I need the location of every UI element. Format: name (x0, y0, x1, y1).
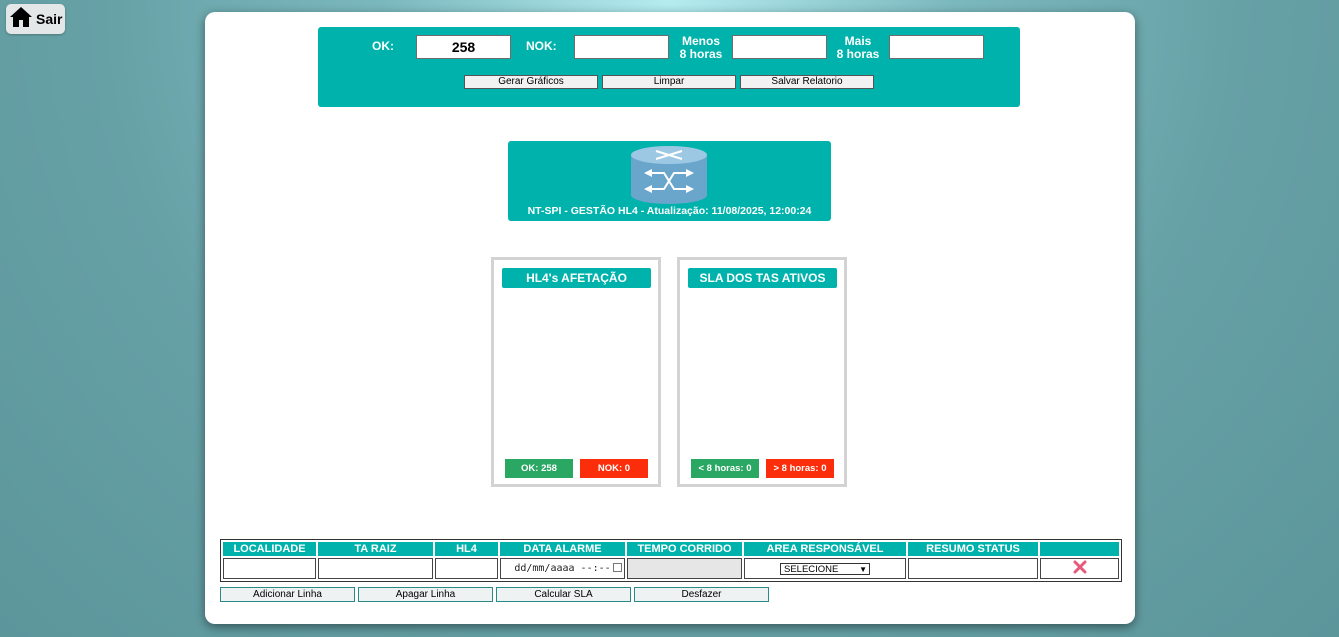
data-alarme-input[interactable]: dd/mm/aaaa --:-- (500, 558, 625, 579)
col-hl4: HL4 (435, 542, 498, 556)
resumo-status-input[interactable] (908, 558, 1038, 579)
calcular-sla-button[interactable]: Calcular SLA (496, 587, 631, 602)
limpar-button[interactable]: Limpar (602, 75, 736, 89)
router-icon (630, 145, 708, 210)
adicionar-linha-button[interactable]: Adicionar Linha (220, 587, 355, 602)
afetacao-title: HL4's AFETAÇÃO (502, 268, 651, 288)
mais-8h-label: Mais 8 horas (836, 34, 880, 61)
lt-8h-badge: < 8 horas: 0 (691, 459, 759, 478)
area-responsavel-select[interactable]: SELECIONE ▼ (780, 562, 870, 575)
col-ta-raiz: TA RAIZ (318, 542, 433, 556)
nok-label: NOK: (526, 39, 557, 53)
salvar-relatorio-button[interactable]: Salvar Relatorio (740, 75, 874, 89)
delete-cell (1040, 558, 1119, 579)
table-row: dd/mm/aaaa --:-- SELECIONE ▼ (223, 558, 1119, 579)
sla-title: SLA DOS TAS ATIVOS (688, 268, 837, 288)
home-button[interactable]: Sair (6, 4, 65, 34)
col-actions (1040, 542, 1119, 556)
alarm-table: LOCALIDADE TA RAIZ HL4 DATA ALARME TEMPO… (220, 539, 1122, 582)
ok-label: OK: (372, 39, 394, 53)
apagar-linha-button[interactable]: Apagar Linha (358, 587, 493, 602)
col-resumo-status: RESUMO STATUS (908, 542, 1038, 556)
localidade-input[interactable] (223, 558, 316, 579)
header-text: NT-SPI - GESTÃO HL4 - Atualização: 11/08… (527, 205, 812, 217)
col-tempo-corrido: TEMPO CORRIDO (627, 542, 742, 556)
afetacao-card: HL4's AFETAÇÃO OK: 258 NOK: 0 (491, 257, 661, 487)
ok-value: 258 (416, 35, 511, 59)
menos-8h-label: Menos 8 horas (679, 34, 723, 61)
home-icon (9, 5, 33, 34)
close-icon[interactable] (1073, 560, 1087, 577)
desfazer-button[interactable]: Desfazer (634, 587, 769, 602)
home-label: Sair (36, 11, 63, 27)
hl4-input[interactable] (435, 558, 498, 579)
date-placeholder: dd/mm/aaaa --:-- (514, 563, 611, 574)
select-value: SELECIONE (784, 563, 839, 575)
gerar-graficos-button[interactable]: Gerar Gráficos (464, 75, 598, 89)
area-responsavel-cell: SELECIONE ▼ (744, 558, 906, 579)
ta-raiz-input[interactable] (318, 558, 433, 579)
tempo-corrido-field (627, 558, 742, 579)
table-header-row: LOCALIDADE TA RAIZ HL4 DATA ALARME TEMPO… (223, 542, 1119, 556)
summary-bar: OK: 258 NOK: Menos 8 horas Mais 8 horas … (318, 27, 1020, 107)
nok-value (574, 35, 669, 59)
ok-badge: OK: 258 (505, 459, 573, 478)
chevron-down-icon: ▼ (859, 564, 867, 574)
col-data-alarme: DATA ALARME (500, 542, 625, 556)
sla-card: SLA DOS TAS ATIVOS < 8 horas: 0 > 8 hora… (677, 257, 847, 487)
col-area-responsavel: AREA RESPONSÁVEL (744, 542, 906, 556)
main-card: OK: 258 NOK: Menos 8 horas Mais 8 horas … (205, 12, 1135, 624)
gt-8h-badge: > 8 horas: 0 (766, 459, 834, 478)
col-localidade: LOCALIDADE (223, 542, 316, 556)
menos-8h-value (732, 35, 827, 59)
nok-badge: NOK: 0 (580, 459, 648, 478)
calendar-icon[interactable] (613, 563, 622, 572)
header-panel: NT-SPI - GESTÃO HL4 - Atualização: 11/08… (508, 141, 831, 221)
mais-8h-value (889, 35, 984, 59)
